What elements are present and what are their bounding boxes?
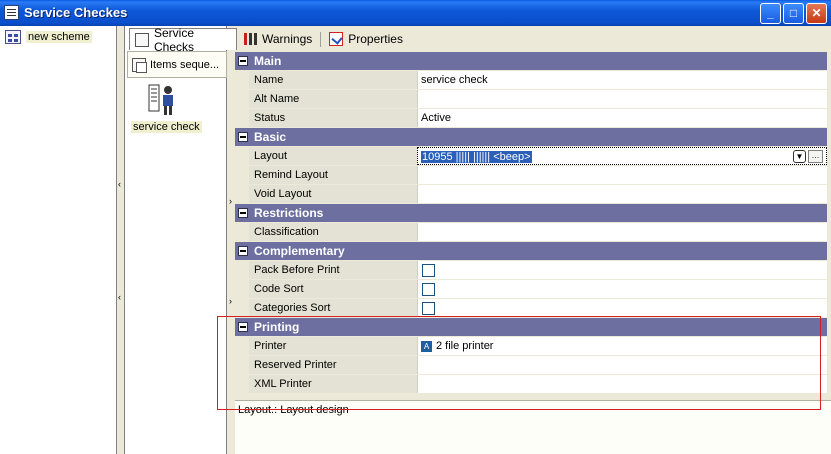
properties-icon [329, 32, 344, 46]
scheme-icon [5, 30, 21, 44]
category-complementary[interactable]: Complementary [235, 242, 827, 261]
printer-icon: A [421, 340, 432, 352]
category-restrictions[interactable]: Restrictions [235, 204, 827, 223]
property-value[interactable] [417, 166, 827, 184]
tab-items-sequence[interactable]: Items seque... [127, 51, 227, 78]
tree-item-new-scheme[interactable]: new scheme [5, 29, 92, 45]
property-value[interactable] [417, 375, 827, 393]
property-row-status[interactable]: Status Active [235, 109, 827, 128]
property-label: XML Printer [235, 375, 417, 393]
service-check-label[interactable]: service check [131, 121, 202, 133]
property-row-layout[interactable]: Layout 10955 ||||| |||||| <beep> ▼ … [235, 147, 827, 166]
property-label: Alt Name [235, 90, 417, 108]
collapse-toggle-icon[interactable] [238, 246, 248, 256]
property-row-classification[interactable]: Classification [235, 223, 827, 242]
scheme-tree-pane: new scheme [0, 26, 117, 454]
layout-selected-value: 10955 ||||| |||||| <beep> [421, 151, 532, 163]
tree-item-label: new scheme [26, 31, 92, 43]
property-row-alt-name[interactable]: Alt Name [235, 90, 827, 109]
property-label: Code Sort [235, 280, 417, 298]
expand-arrow-icon[interactable]: › [229, 196, 232, 206]
property-label: Classification [235, 223, 417, 241]
property-row-void-layout[interactable]: Void Layout [235, 185, 827, 204]
category-title: Printing [254, 320, 300, 334]
property-description: Layout.: Layout design [235, 400, 831, 454]
category-printing[interactable]: Printing [235, 318, 827, 337]
property-label: Reserved Printer [235, 356, 417, 374]
app-icon [4, 5, 19, 20]
property-label: Void Layout [235, 185, 417, 203]
minimize-button[interactable]: _ [760, 3, 781, 24]
property-label: Printer [235, 337, 417, 355]
collapse-toggle-icon[interactable] [238, 132, 248, 142]
property-row-pack-before-print[interactable]: Pack Before Print [235, 261, 827, 280]
layout-value-field[interactable]: 10955 ||||| |||||| <beep> ▼ … [417, 147, 827, 165]
category-basic[interactable]: Basic [235, 128, 827, 147]
category-title: Restrictions [254, 206, 324, 220]
ellipsis-button[interactable]: … [808, 150, 823, 163]
property-value[interactable] [417, 90, 827, 108]
property-value[interactable]: service check [417, 71, 827, 89]
property-grid: Main Name service check Alt Name Status … [235, 52, 827, 394]
property-row-xml-printer[interactable]: XML Printer [235, 375, 827, 394]
property-value [417, 261, 827, 279]
service-checks-icon [135, 32, 149, 47]
tab-properties-label: Properties [348, 32, 403, 46]
tab-items-sequence-label: Items seque... [150, 58, 220, 71]
collapse-arrow-icon[interactable]: ‹ [118, 292, 121, 302]
window-titlebar: Service Checkes _ □ ✕ [0, 0, 831, 26]
tab-properties[interactable]: Properties [325, 29, 407, 49]
collapse-arrow-icon[interactable]: ‹ [118, 179, 121, 189]
property-label: Status [235, 109, 417, 127]
property-row-remind-layout[interactable]: Remind Layout [235, 166, 827, 185]
tab-service-checks[interactable]: Service Checks [129, 26, 237, 54]
tab-separator [320, 31, 322, 47]
property-value[interactable] [417, 185, 827, 203]
expand-arrow-icon[interactable]: › [229, 296, 232, 306]
property-row-categories-sort[interactable]: Categories Sort [235, 299, 827, 318]
close-button[interactable]: ✕ [806, 3, 827, 24]
category-title: Complementary [254, 244, 345, 258]
warnings-icon [243, 32, 257, 46]
property-row-name[interactable]: Name service check [235, 71, 827, 90]
property-value[interactable]: A 2 file printer [417, 337, 827, 355]
property-label: Pack Before Print [235, 261, 417, 279]
property-label: Remind Layout [235, 166, 417, 184]
property-value[interactable] [417, 223, 827, 241]
category-main[interactable]: Main [235, 52, 827, 71]
pages-icon [132, 57, 147, 73]
maximize-button[interactable]: □ [783, 3, 804, 24]
code-sort-checkbox[interactable] [422, 283, 435, 296]
chevron-down-icon[interactable]: ▼ [793, 150, 806, 163]
property-value [417, 299, 827, 317]
tab-warnings-label: Warnings [262, 32, 313, 46]
service-checks-pane: Service Checks Items seque... service ch… [124, 26, 237, 454]
category-title: Basic [254, 130, 287, 144]
property-label: Categories Sort [235, 299, 417, 317]
left-splitter[interactable]: ‹ ‹ [117, 26, 124, 454]
collapse-toggle-icon[interactable] [238, 208, 248, 218]
property-value [417, 280, 827, 298]
tab-warnings[interactable]: Warnings [239, 29, 316, 49]
property-row-printer[interactable]: Printer A 2 file printer [235, 337, 827, 356]
property-label: Name [235, 71, 417, 89]
tab-service-checks-label: Service Checks [154, 25, 195, 54]
window-title: Service Checkes [24, 5, 128, 20]
property-row-code-sort[interactable]: Code Sort [235, 280, 827, 299]
property-tabs: Warnings Properties [235, 28, 831, 50]
pack-before-print-checkbox[interactable] [422, 264, 435, 277]
category-title: Main [254, 54, 282, 68]
property-row-reserved-printer[interactable]: Reserved Printer [235, 356, 827, 375]
grid-splitter[interactable]: › › [228, 52, 235, 400]
property-value[interactable] [417, 356, 827, 374]
collapse-toggle-icon[interactable] [238, 56, 248, 66]
collapse-toggle-icon[interactable] [238, 322, 248, 332]
printer-value: 2 file printer [436, 340, 494, 352]
property-label: Layout [235, 147, 417, 165]
property-value[interactable]: Active [417, 109, 827, 127]
description-text: Layout.: Layout design [238, 404, 349, 416]
categories-sort-checkbox[interactable] [422, 302, 435, 315]
service-check-icon[interactable] [148, 84, 178, 116]
